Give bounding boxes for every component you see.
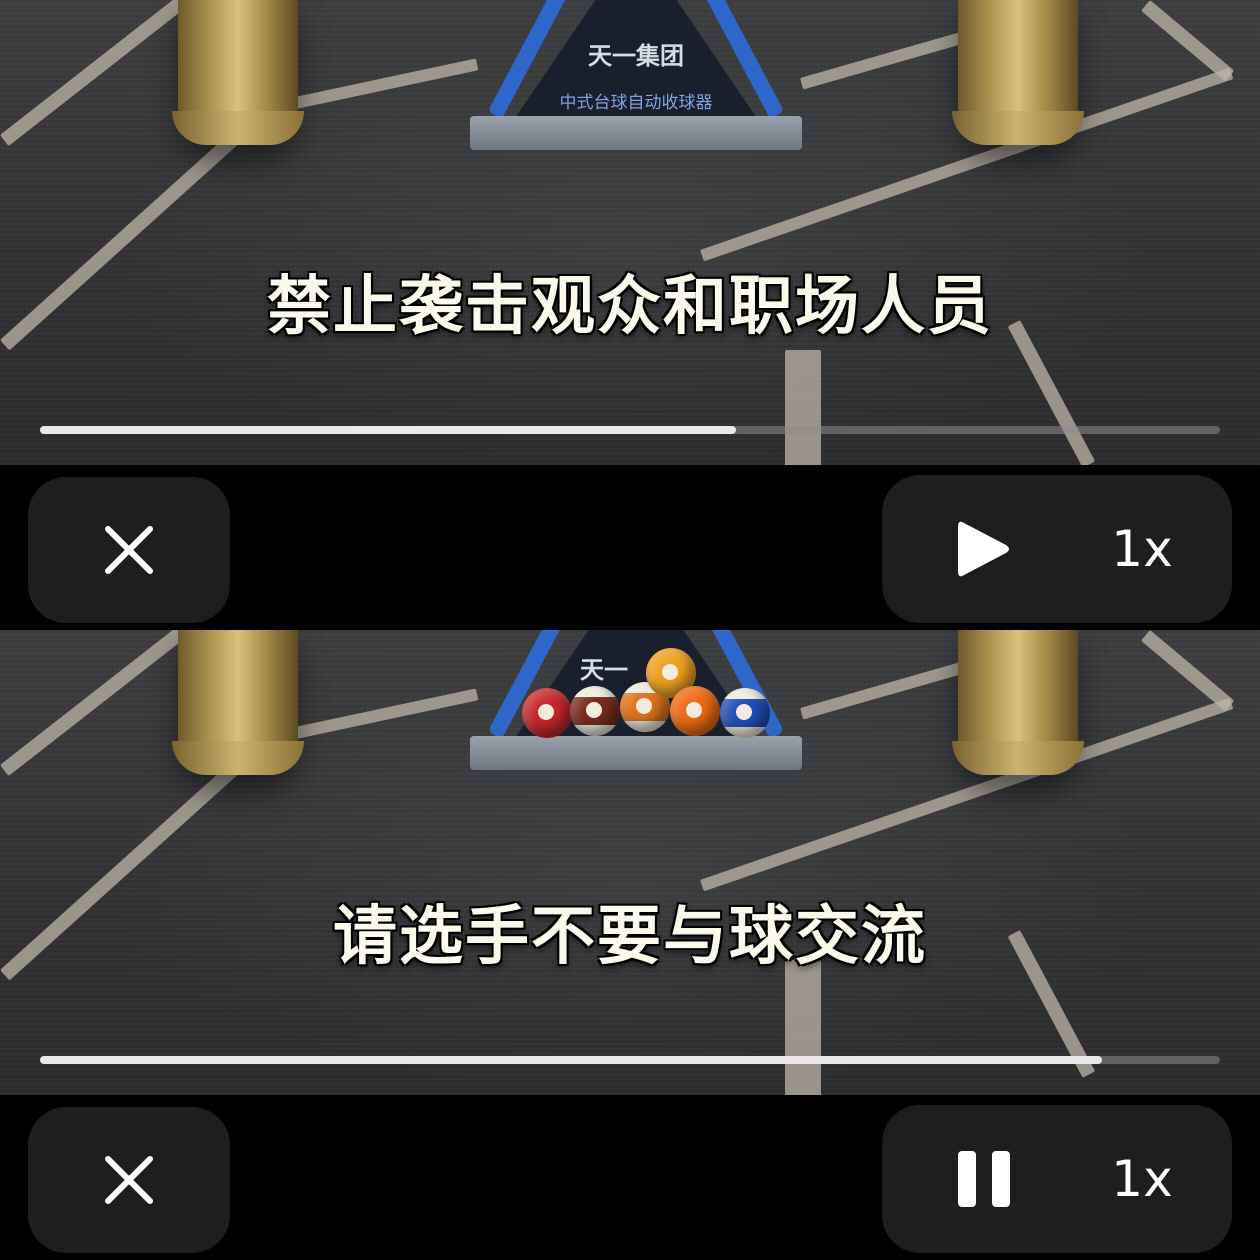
- gold-pillar-right: [952, 0, 1084, 145]
- playback-speed-button[interactable]: 1x: [1082, 499, 1202, 599]
- playback-speed-button[interactable]: 1x: [1082, 1129, 1202, 1229]
- close-icon: [105, 1156, 153, 1204]
- video-frame-2[interactable]: 天一 请选手不要与球交流: [0, 630, 1260, 1095]
- close-button[interactable]: [28, 477, 230, 623]
- close-icon: [105, 526, 153, 574]
- rack-caption-text: 中式台球自动收球器: [559, 93, 713, 113]
- video-progress-fill: [40, 1056, 1102, 1064]
- player-controls: 1x: [0, 465, 1260, 630]
- gold-pillar-left: [172, 630, 304, 775]
- pause-icon: [958, 1151, 1010, 1207]
- player-controls: 1x: [0, 1095, 1260, 1260]
- gold-pillar-left: [172, 0, 304, 145]
- video-progress-bar[interactable]: [40, 426, 1220, 434]
- billiard-ball-orange: [670, 686, 720, 736]
- ball-rack: 天一集团 中式台球自动收球器: [470, 0, 802, 150]
- rack-brand-text: 天一集团: [588, 42, 684, 70]
- play-icon: [958, 521, 1009, 577]
- video-progress-fill: [40, 426, 737, 434]
- subtitle: 禁止袭击观众和职场人员: [267, 270, 993, 344]
- billiard-ball-blue: [720, 688, 770, 738]
- video-progress-bar[interactable]: [40, 1056, 1220, 1064]
- gold-pillar-right: [952, 630, 1084, 775]
- billiard-ball-red: [522, 688, 572, 738]
- video-frame-1[interactable]: 天一集团 中式台球自动收球器 禁止袭击观众和职场人员: [0, 0, 1260, 465]
- playback-controls: 1x: [882, 1105, 1232, 1253]
- ball-rack: 天一: [470, 630, 802, 770]
- playback-controls: 1x: [882, 475, 1232, 623]
- play-button[interactable]: [934, 499, 1034, 599]
- close-button[interactable]: [28, 1107, 230, 1253]
- billiard-ball-maroon: [570, 686, 620, 736]
- subtitle: 请选手不要与球交流: [333, 900, 927, 974]
- carpet-stripe: [785, 350, 821, 465]
- carpet-stripe: [785, 960, 821, 1095]
- pause-button[interactable]: [934, 1129, 1034, 1229]
